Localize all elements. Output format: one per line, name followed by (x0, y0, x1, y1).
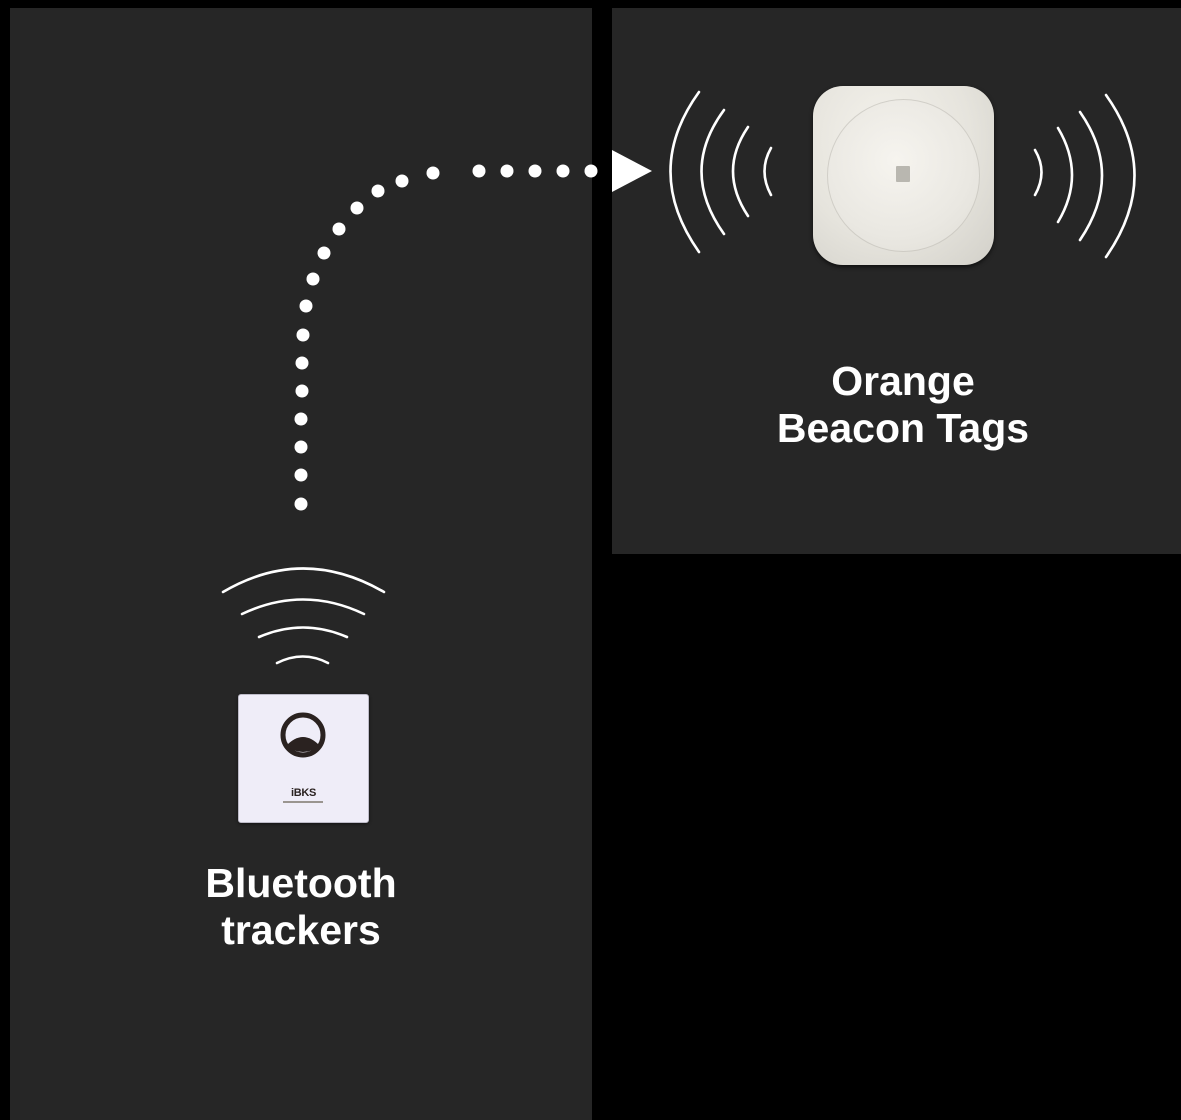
ibks-logo-icon (280, 712, 326, 758)
tracker-brand-label: iBKS (290, 787, 317, 799)
ibks-tracker-device: iBKS (238, 694, 369, 823)
tracker-brand-subline (283, 801, 323, 803)
beacon-caption: Orange Beacon Tags (776, 358, 1030, 451)
orange-beacon-tag-device (813, 86, 994, 265)
beacon-logo-mark (896, 166, 910, 182)
trackers-caption: Bluetooth trackers (205, 860, 397, 953)
